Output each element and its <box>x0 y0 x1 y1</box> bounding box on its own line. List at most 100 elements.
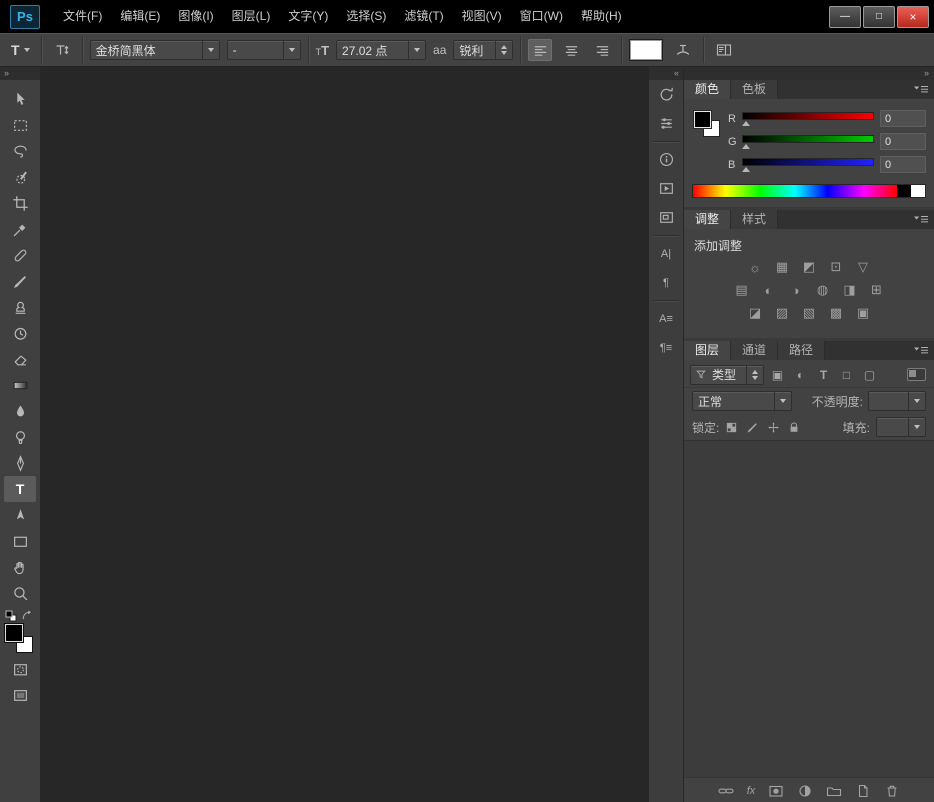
chevron-down-icon[interactable] <box>908 392 925 410</box>
panel-menu-icon[interactable] <box>913 215 929 224</box>
path-selection-tool[interactable] <box>4 502 36 528</box>
gradient-tool[interactable] <box>4 372 36 398</box>
chevron-down-icon[interactable] <box>408 41 425 59</box>
filter-smart-object-layers-icon[interactable]: ▢ <box>860 366 879 384</box>
menu-window[interactable]: 窗口(W) <box>511 0 572 33</box>
new-layer-icon[interactable] <box>855 783 871 799</box>
info-panel-button[interactable] <box>649 145 683 174</box>
quick-selection-tool[interactable] <box>4 164 36 190</box>
tab-layers[interactable]: 图层 <box>684 341 731 360</box>
font-size-select[interactable]: 27.02 点 <box>336 40 426 60</box>
slider-thumb[interactable] <box>742 121 750 126</box>
menu-file[interactable]: 文件(F) <box>54 0 111 33</box>
adjustment-photo-filter-icon[interactable]: ◍ <box>811 282 834 298</box>
spectrum-black-swatch[interactable] <box>897 185 911 197</box>
blur-tool[interactable] <box>4 398 36 424</box>
actions-panel-button[interactable] <box>649 174 683 203</box>
lock-transparency-icon[interactable] <box>725 421 738 434</box>
text-orientation-button[interactable] <box>49 38 75 62</box>
font-family-select[interactable]: 金桥简黑体 <box>90 40 220 60</box>
pen-tool[interactable] <box>4 450 36 476</box>
brush-tool[interactable] <box>4 268 36 294</box>
tab-styles[interactable]: 样式 <box>731 210 778 229</box>
layer-mask-icon[interactable] <box>768 783 784 799</box>
lock-pixels-icon[interactable] <box>746 421 759 434</box>
delete-layer-icon[interactable] <box>884 783 900 799</box>
adjustment-vibrance-icon[interactable]: ▽ <box>852 259 875 275</box>
menu-select[interactable]: 选择(S) <box>337 0 395 33</box>
properties-panel-button[interactable] <box>649 109 683 138</box>
crop-tool[interactable] <box>4 190 36 216</box>
layer-effects-icon[interactable]: fx <box>747 785 756 797</box>
screen-mode-button[interactable] <box>4 682 36 708</box>
blend-mode-select[interactable]: 正常 <box>692 391 792 411</box>
chevron-down-icon[interactable] <box>202 41 219 59</box>
character-styles-panel-button[interactable]: A≡ <box>649 304 683 333</box>
minimize-button[interactable]: — <box>829 6 861 28</box>
chevron-down-icon[interactable] <box>283 41 300 59</box>
green-value-field[interactable]: 0 <box>880 133 926 150</box>
color-spectrum-ramp[interactable] <box>692 184 926 198</box>
panel-menu-icon[interactable] <box>913 85 929 94</box>
link-layers-icon[interactable] <box>718 783 734 799</box>
quick-mask-button[interactable] <box>4 656 36 682</box>
tab-swatches[interactable]: 色板 <box>731 80 778 99</box>
lock-position-icon[interactable] <box>767 421 780 434</box>
green-slider[interactable] <box>742 133 874 150</box>
chevron-down-icon[interactable] <box>908 418 925 436</box>
red-slider[interactable] <box>742 110 874 127</box>
filter-pixel-layers-icon[interactable]: ▣ <box>768 366 787 384</box>
spot-healing-brush-tool[interactable] <box>4 242 36 268</box>
chevron-down-icon[interactable] <box>774 392 791 410</box>
maximize-button[interactable]: □ <box>863 6 895 28</box>
expand-panels-button[interactable]: « <box>649 67 683 80</box>
close-button[interactable]: × <box>897 6 929 28</box>
eraser-tool[interactable] <box>4 346 36 372</box>
lasso-tool[interactable] <box>4 138 36 164</box>
hand-tool[interactable] <box>4 554 36 580</box>
adjustment-brightness-contrast-icon[interactable]: ☼ <box>744 259 767 275</box>
align-left-button[interactable] <box>528 39 552 61</box>
anti-alias-select[interactable]: 锐利 <box>453 40 513 60</box>
adjustment-invert-icon[interactable]: ◪ <box>744 305 767 321</box>
font-style-select[interactable]: - <box>227 40 301 60</box>
toggle-panels-button[interactable] <box>711 38 737 62</box>
menu-view[interactable]: 视图(V) <box>453 0 511 33</box>
layer-filter-type-select[interactable]: 类型 <box>690 365 764 385</box>
history-panel-button[interactable] <box>649 80 683 109</box>
menu-filter[interactable]: 滤镜(T) <box>395 0 452 33</box>
move-tool[interactable] <box>4 86 36 112</box>
navigator-panel-button[interactable] <box>649 203 683 232</box>
fill-select[interactable] <box>876 417 926 437</box>
filter-shape-layers-icon[interactable]: □ <box>837 366 856 384</box>
slider-thumb[interactable] <box>742 144 750 149</box>
tool-preset-picker[interactable]: T <box>7 40 34 60</box>
swap-colors-icon[interactable] <box>21 610 32 621</box>
dodge-tool[interactable] <box>4 424 36 450</box>
layers-list[interactable] <box>684 440 934 777</box>
adjustment-exposure-icon[interactable]: ⊡ <box>825 259 848 275</box>
adjustment-black-white-icon[interactable]: ◑ <box>784 282 807 298</box>
tab-paths[interactable]: 路径 <box>778 341 825 360</box>
opacity-select[interactable] <box>868 391 926 411</box>
menu-image[interactable]: 图像(I) <box>169 0 222 33</box>
menu-layer[interactable]: 图层(L) <box>223 0 280 33</box>
panel-menu-icon[interactable] <box>913 346 929 355</box>
blue-slider[interactable] <box>742 156 874 173</box>
rectangle-tool[interactable] <box>4 528 36 554</box>
adjustment-gradient-map-icon[interactable]: ▩ <box>825 305 848 321</box>
blue-value-field[interactable]: 0 <box>880 156 926 173</box>
rectangular-marquee-tool[interactable] <box>4 112 36 138</box>
adjustment-threshold-icon[interactable]: ▧ <box>798 305 821 321</box>
history-brush-tool[interactable] <box>4 320 36 346</box>
menu-type[interactable]: 文字(Y) <box>279 0 337 33</box>
spectrum-white-swatch[interactable] <box>911 185 925 197</box>
spinner-arrows-icon[interactable] <box>495 41 512 59</box>
menu-edit[interactable]: 编辑(E) <box>111 0 169 33</box>
collapse-panels-button[interactable]: » <box>684 67 934 80</box>
warp-text-button[interactable] <box>670 38 696 62</box>
layer-filter-toggle[interactable] <box>907 368 926 381</box>
adjustment-levels-icon[interactable]: ▦ <box>771 259 794 275</box>
clone-stamp-tool[interactable] <box>4 294 36 320</box>
adjustment-channel-mixer-icon[interactable]: ◨ <box>838 282 861 298</box>
